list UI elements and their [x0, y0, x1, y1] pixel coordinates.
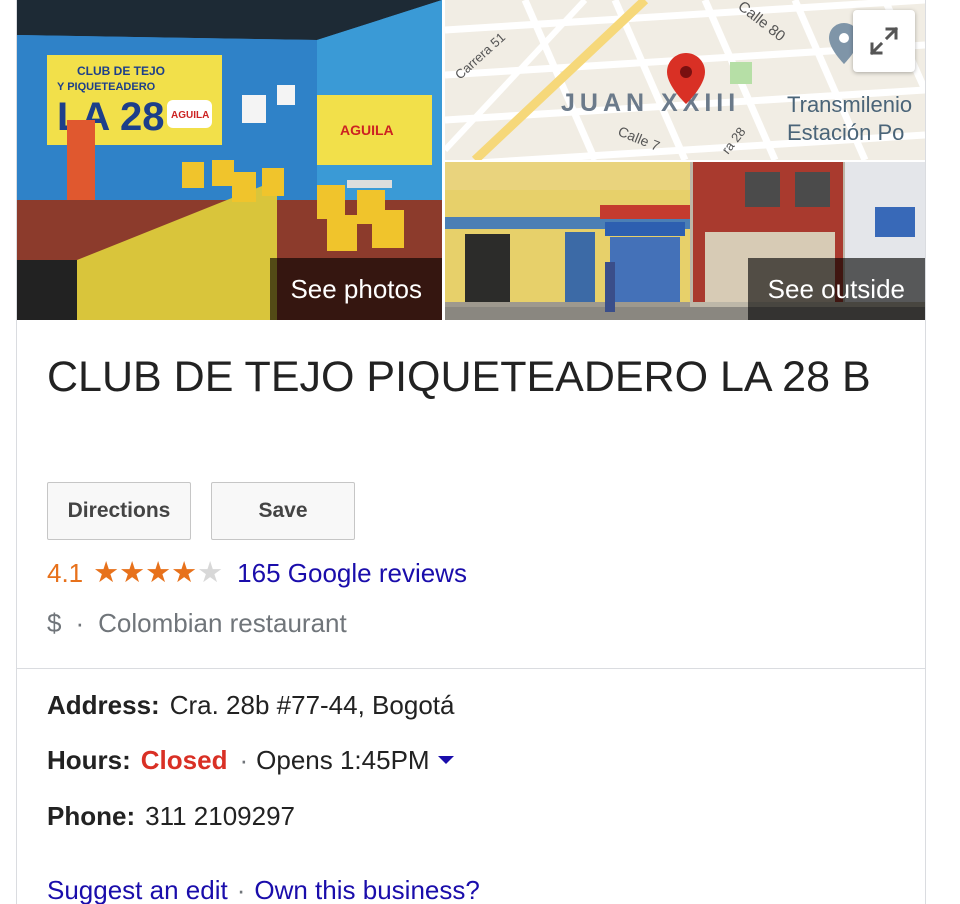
- phone-label: Phone:: [47, 800, 136, 831]
- knowledge-panel: CLUB DE TEJO Y PIQUETEADERO LA 28 AGUILA…: [16, 0, 926, 904]
- star-full-icon: ★: [119, 556, 146, 589]
- category-row: $ · Colombian restaurant: [47, 605, 347, 641]
- map-transit-label-1: Transmilenio: [787, 92, 912, 117]
- expand-arrows-icon: [869, 26, 899, 56]
- section-divider: [17, 668, 925, 669]
- hours-row: Hours: Closed · Opens 1:45PM: [47, 742, 454, 778]
- place-title: CLUB DE TEJO PIQUETEADERO LA 28 B: [47, 353, 871, 401]
- price-level: $: [47, 607, 62, 638]
- directions-button[interactable]: Directions: [47, 482, 191, 540]
- separator-dot: ·: [239, 744, 249, 775]
- phone-value[interactable]: 311 2109297: [145, 801, 295, 832]
- map-thumbnail[interactable]: Carrera 51 Calle 80 Calle 7 ra 28 JUAN X…: [445, 0, 925, 160]
- address-value[interactable]: Cra. 28b #77-44, Bogotá: [170, 690, 455, 721]
- hours-dropdown-caret-icon[interactable]: [437, 756, 454, 764]
- street-view-thumbnail[interactable]: See outside: [445, 162, 925, 320]
- rating-row: 4.1 ★ ★ ★ ★ ★ 165 Google reviews: [47, 555, 467, 591]
- star-empty-icon: ★: [197, 556, 224, 589]
- rating-value: 4.1: [47, 557, 84, 588]
- interior-sign-4: AGUILA: [171, 110, 209, 121]
- address-label: Address:: [47, 689, 160, 720]
- star-rating: ★ ★ ★ ★ ★: [93, 556, 224, 589]
- interior-photo[interactable]: CLUB DE TEJO Y PIQUETEADERO LA 28 AGUILA…: [17, 0, 442, 320]
- separator-dot: ·: [236, 874, 246, 904]
- edit-links-row: Suggest an edit · Own this business?: [47, 872, 480, 904]
- save-button[interactable]: Save: [211, 482, 355, 540]
- google-reviews-link[interactable]: 165 Google reviews: [237, 558, 467, 589]
- see-photos-label[interactable]: See photos: [270, 258, 442, 320]
- hours-status: Closed: [140, 744, 228, 775]
- map-transit-label-2: Estación Po: [787, 120, 904, 145]
- separator-dot: ·: [75, 607, 85, 638]
- hours-label: Hours:: [47, 744, 131, 775]
- see-outside-label[interactable]: See outside: [747, 258, 925, 320]
- star-full-icon: ★: [145, 556, 172, 589]
- expand-map-button[interactable]: [853, 10, 915, 72]
- address-row: Address: Cra. 28b #77-44, Bogotá: [47, 687, 454, 723]
- interior-sign-2: Y PIQUETEADERO: [57, 81, 156, 93]
- map-neighborhood-label: JUAN XXIII: [561, 89, 740, 117]
- interior-sign-5: AGUILA: [340, 122, 394, 138]
- star-full-icon: ★: [171, 556, 198, 589]
- phone-row: Phone: 311 2109297: [47, 798, 295, 834]
- suggest-edit-link[interactable]: Suggest an edit: [47, 875, 228, 904]
- hours-next-open: Opens 1:45PM: [256, 744, 430, 775]
- star-full-icon: ★: [93, 556, 120, 589]
- own-business-link[interactable]: Own this business?: [254, 875, 479, 904]
- media-grid: CLUB DE TEJO Y PIQUETEADERO LA 28 AGUILA…: [17, 0, 925, 320]
- interior-sign-1: CLUB DE TEJO: [77, 64, 165, 78]
- place-category: Colombian restaurant: [98, 607, 347, 638]
